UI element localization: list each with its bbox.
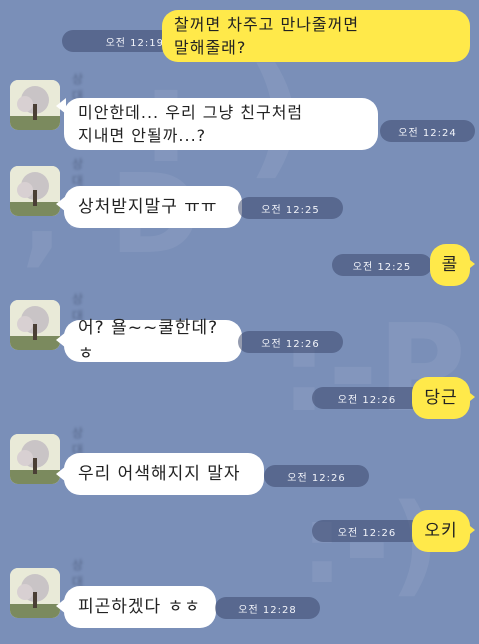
tree-photo-icon: [10, 568, 60, 618]
message-time: 오전 12:26: [312, 520, 422, 542]
message-time: 오전 12:25: [332, 254, 432, 276]
message-bubble[interactable]: 어? 욜~~쿨한데? ㅎ: [64, 318, 242, 364]
message-bubble[interactable]: 찰꺼면 차주고 만나줄꺼면 말해줄래?: [162, 10, 470, 62]
profile-avatar[interactable]: [10, 166, 60, 216]
message-text: 찰꺼면 차주고 만나줄꺼면 말해줄래?: [174, 15, 360, 57]
tree-photo-icon: [10, 300, 60, 350]
message-bubble[interactable]: 미안한데... 우리 그냥 친구처럼 지내면 안될까...?: [64, 98, 378, 150]
sender-name: 상대: [72, 558, 85, 589]
message-text: 피곤하겠다 ㅎㅎ: [78, 597, 201, 617]
profile-avatar[interactable]: [10, 300, 60, 350]
message-bubble[interactable]: 오키: [412, 510, 470, 552]
message-text: 오키: [424, 521, 458, 541]
message-text: 콜: [441, 255, 459, 275]
tree-photo-icon: [10, 166, 60, 216]
profile-avatar[interactable]: [10, 80, 60, 130]
sender-name: 상대: [72, 157, 85, 188]
message-time: 오전 12:26: [312, 387, 422, 409]
message-text: 당근: [424, 388, 458, 408]
message-time: 오전 12:28: [215, 597, 320, 619]
message-time: 오전 12:25: [238, 197, 343, 219]
message-text: 우리 어색해지지 말자: [78, 464, 241, 484]
message-bubble[interactable]: 콜: [430, 244, 470, 286]
message-bubble[interactable]: 우리 어색해지지 말자: [64, 453, 264, 495]
message-time: 오전 12:26: [264, 465, 369, 487]
message-text: 상처받지말구 ㅠㅠ: [78, 197, 218, 217]
message-time: 오전 12:19: [62, 30, 172, 52]
tree-photo-icon: [10, 434, 60, 484]
tree-photo-icon: [10, 80, 60, 130]
message-bubble[interactable]: 피곤하겠다 ㅎㅎ: [64, 586, 216, 628]
message-text: 미안한데... 우리 그냥 친구처럼 지내면 안될까...?: [78, 103, 304, 145]
message-time: 오전 12:26: [238, 331, 343, 353]
message-text: 어? 욜~~쿨한데? ㅎ: [78, 318, 219, 364]
message-bubble[interactable]: 상처받지말구 ㅠㅠ: [64, 186, 242, 228]
message-time: 오전 12:24: [380, 120, 475, 142]
profile-avatar[interactable]: [10, 568, 60, 618]
message-bubble[interactable]: 당근: [412, 377, 470, 419]
profile-avatar[interactable]: [10, 434, 60, 484]
